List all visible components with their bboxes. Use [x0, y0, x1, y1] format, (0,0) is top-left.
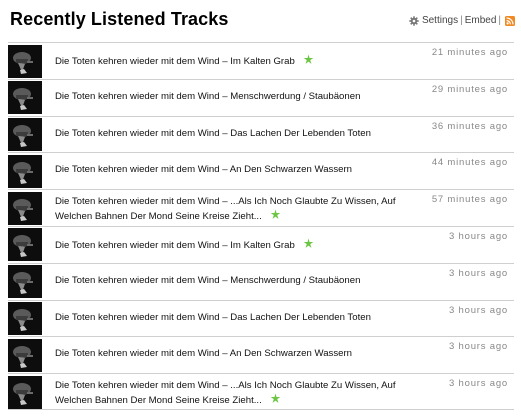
track-separator: – — [219, 127, 231, 139]
album-art[interactable] — [8, 338, 42, 372]
rss-icon[interactable] — [505, 15, 515, 26]
timestamp: 3 hours ago — [449, 378, 508, 390]
timestamp: 36 minutes ago — [431, 120, 508, 132]
timestamp: 3 hours ago — [449, 304, 508, 316]
artist-link[interactable]: Die Toten kehren wieder mit dem Wind — [55, 312, 220, 323]
song-link[interactable]: Das Lachen Der Lebenden Toten — [230, 128, 371, 139]
album-art[interactable] — [8, 81, 42, 115]
song-link[interactable]: Im Kalten Grab — [230, 56, 295, 67]
track-row[interactable]: Die Toten kehren wieder mit dem Wind – I… — [8, 225, 514, 263]
track-title: Die Toten kehren wieder mit dem Wind – M… — [55, 275, 400, 288]
star-icon[interactable] — [270, 209, 281, 220]
track-title: Die Toten kehren wieder mit dem Wind – .… — [55, 380, 400, 407]
track-separator: – — [219, 164, 230, 176]
timestamp: 3 hours ago — [449, 230, 508, 242]
star-icon[interactable] — [270, 393, 281, 404]
artist-link[interactable]: Die Toten kehren wieder mit dem Wind — [55, 56, 220, 67]
track-title: Die Toten kehren wieder mit dem Wind – .… — [55, 196, 400, 223]
album-art[interactable] — [8, 191, 42, 225]
track-row[interactable]: Die Toten kehren wieder mit dem Wind – A… — [8, 152, 514, 189]
track-row[interactable]: Die Toten kehren wieder mit dem Wind – M… — [8, 262, 514, 300]
artist-link[interactable]: Die Toten kehren wieder mit dem Wind — [55, 128, 220, 139]
track-title: Die Toten kehren wieder mit dem Wind – I… — [55, 54, 400, 69]
artist-link[interactable]: Die Toten kehren wieder mit dem Wind — [55, 91, 220, 102]
track-separator: – — [219, 311, 231, 323]
page-title: Recently Listened Tracks — [10, 9, 229, 29]
track-row[interactable]: Die Toten kehren wieder mit dem Wind – .… — [8, 373, 514, 410]
track-separator: – — [219, 380, 231, 392]
widget-header: Recently Listened Tracks Settings | Embe… — [10, 9, 515, 33]
header-separator: | — [498, 15, 501, 26]
track-title: Die Toten kehren wieder mit dem Wind – A… — [55, 348, 400, 361]
track-row[interactable]: Die Toten kehren wieder mit dem Wind – M… — [8, 78, 514, 116]
track-row[interactable]: Die Toten kehren wieder mit dem Wind – I… — [8, 42, 514, 79]
timestamp: 21 minutes ago — [431, 47, 508, 58]
track-list: Die Toten kehren wieder mit dem Wind – I… — [8, 42, 514, 410]
album-art[interactable] — [8, 44, 42, 78]
settings-link[interactable]: Settings — [422, 15, 458, 26]
track-separator: – — [219, 348, 230, 360]
track-separator: – — [219, 274, 231, 286]
album-art[interactable] — [8, 375, 42, 409]
star-icon[interactable] — [303, 238, 314, 249]
song-link[interactable]: Menschwerdung / Staubäonen — [230, 275, 360, 286]
album-art[interactable] — [8, 228, 42, 262]
track-row[interactable]: Die Toten kehren wieder mit dem Wind – D… — [8, 299, 514, 337]
timestamp: 3 hours ago — [449, 267, 508, 279]
embed-link[interactable]: Embed — [465, 15, 497, 26]
song-link[interactable]: Im Kalten Grab — [230, 240, 295, 251]
album-art[interactable] — [8, 265, 42, 299]
artist-link[interactable]: Die Toten kehren wieder mit dem Wind — [55, 380, 220, 391]
track-title: Die Toten kehren wieder mit dem Wind – I… — [55, 238, 400, 253]
track-title: Die Toten kehren wieder mit dem Wind – D… — [55, 128, 400, 141]
star-icon[interactable] — [303, 54, 314, 65]
track-row[interactable]: Die Toten kehren wieder mit dem Wind – .… — [8, 189, 514, 226]
track-separator: – — [219, 90, 231, 102]
track-separator: – — [219, 239, 231, 251]
album-art[interactable] — [8, 118, 42, 152]
timestamp: 29 minutes ago — [431, 83, 508, 95]
track-title: Die Toten kehren wieder mit dem Wind – M… — [55, 91, 400, 104]
track-row[interactable]: Die Toten kehren wieder mit dem Wind – A… — [8, 336, 514, 373]
artist-link[interactable]: Die Toten kehren wieder mit dem Wind — [55, 240, 220, 251]
artist-link[interactable]: Die Toten kehren wieder mit dem Wind — [55, 348, 220, 359]
timestamp: 44 minutes ago — [431, 157, 508, 169]
artist-link[interactable]: Die Toten kehren wieder mit dem Wind — [55, 196, 220, 207]
song-link[interactable]: Menschwerdung / Staubäonen — [230, 91, 360, 102]
artist-link[interactable]: Die Toten kehren wieder mit dem Wind — [55, 275, 220, 286]
artist-link[interactable]: Die Toten kehren wieder mit dem Wind — [55, 164, 220, 175]
track-title: Die Toten kehren wieder mit dem Wind – D… — [55, 312, 400, 325]
timestamp: 3 hours ago — [449, 341, 508, 353]
track-title: Die Toten kehren wieder mit dem Wind – A… — [55, 164, 400, 177]
track-separator: – — [219, 56, 231, 67]
header-separator: | — [460, 15, 463, 26]
song-link[interactable]: Das Lachen Der Lebenden Toten — [230, 312, 371, 323]
track-row[interactable]: Die Toten kehren wieder mit dem Wind – D… — [8, 115, 514, 153]
album-art[interactable] — [8, 302, 42, 336]
gear-icon[interactable] — [409, 15, 419, 26]
timestamp: 57 minutes ago — [431, 194, 508, 206]
header-links: Settings | Embed | — [409, 15, 515, 26]
song-link[interactable]: An Den Schwarzen Wassern — [230, 164, 352, 175]
song-link[interactable]: An Den Schwarzen Wassern — [230, 348, 352, 359]
album-art[interactable] — [8, 154, 42, 188]
track-separator: – — [219, 196, 231, 208]
